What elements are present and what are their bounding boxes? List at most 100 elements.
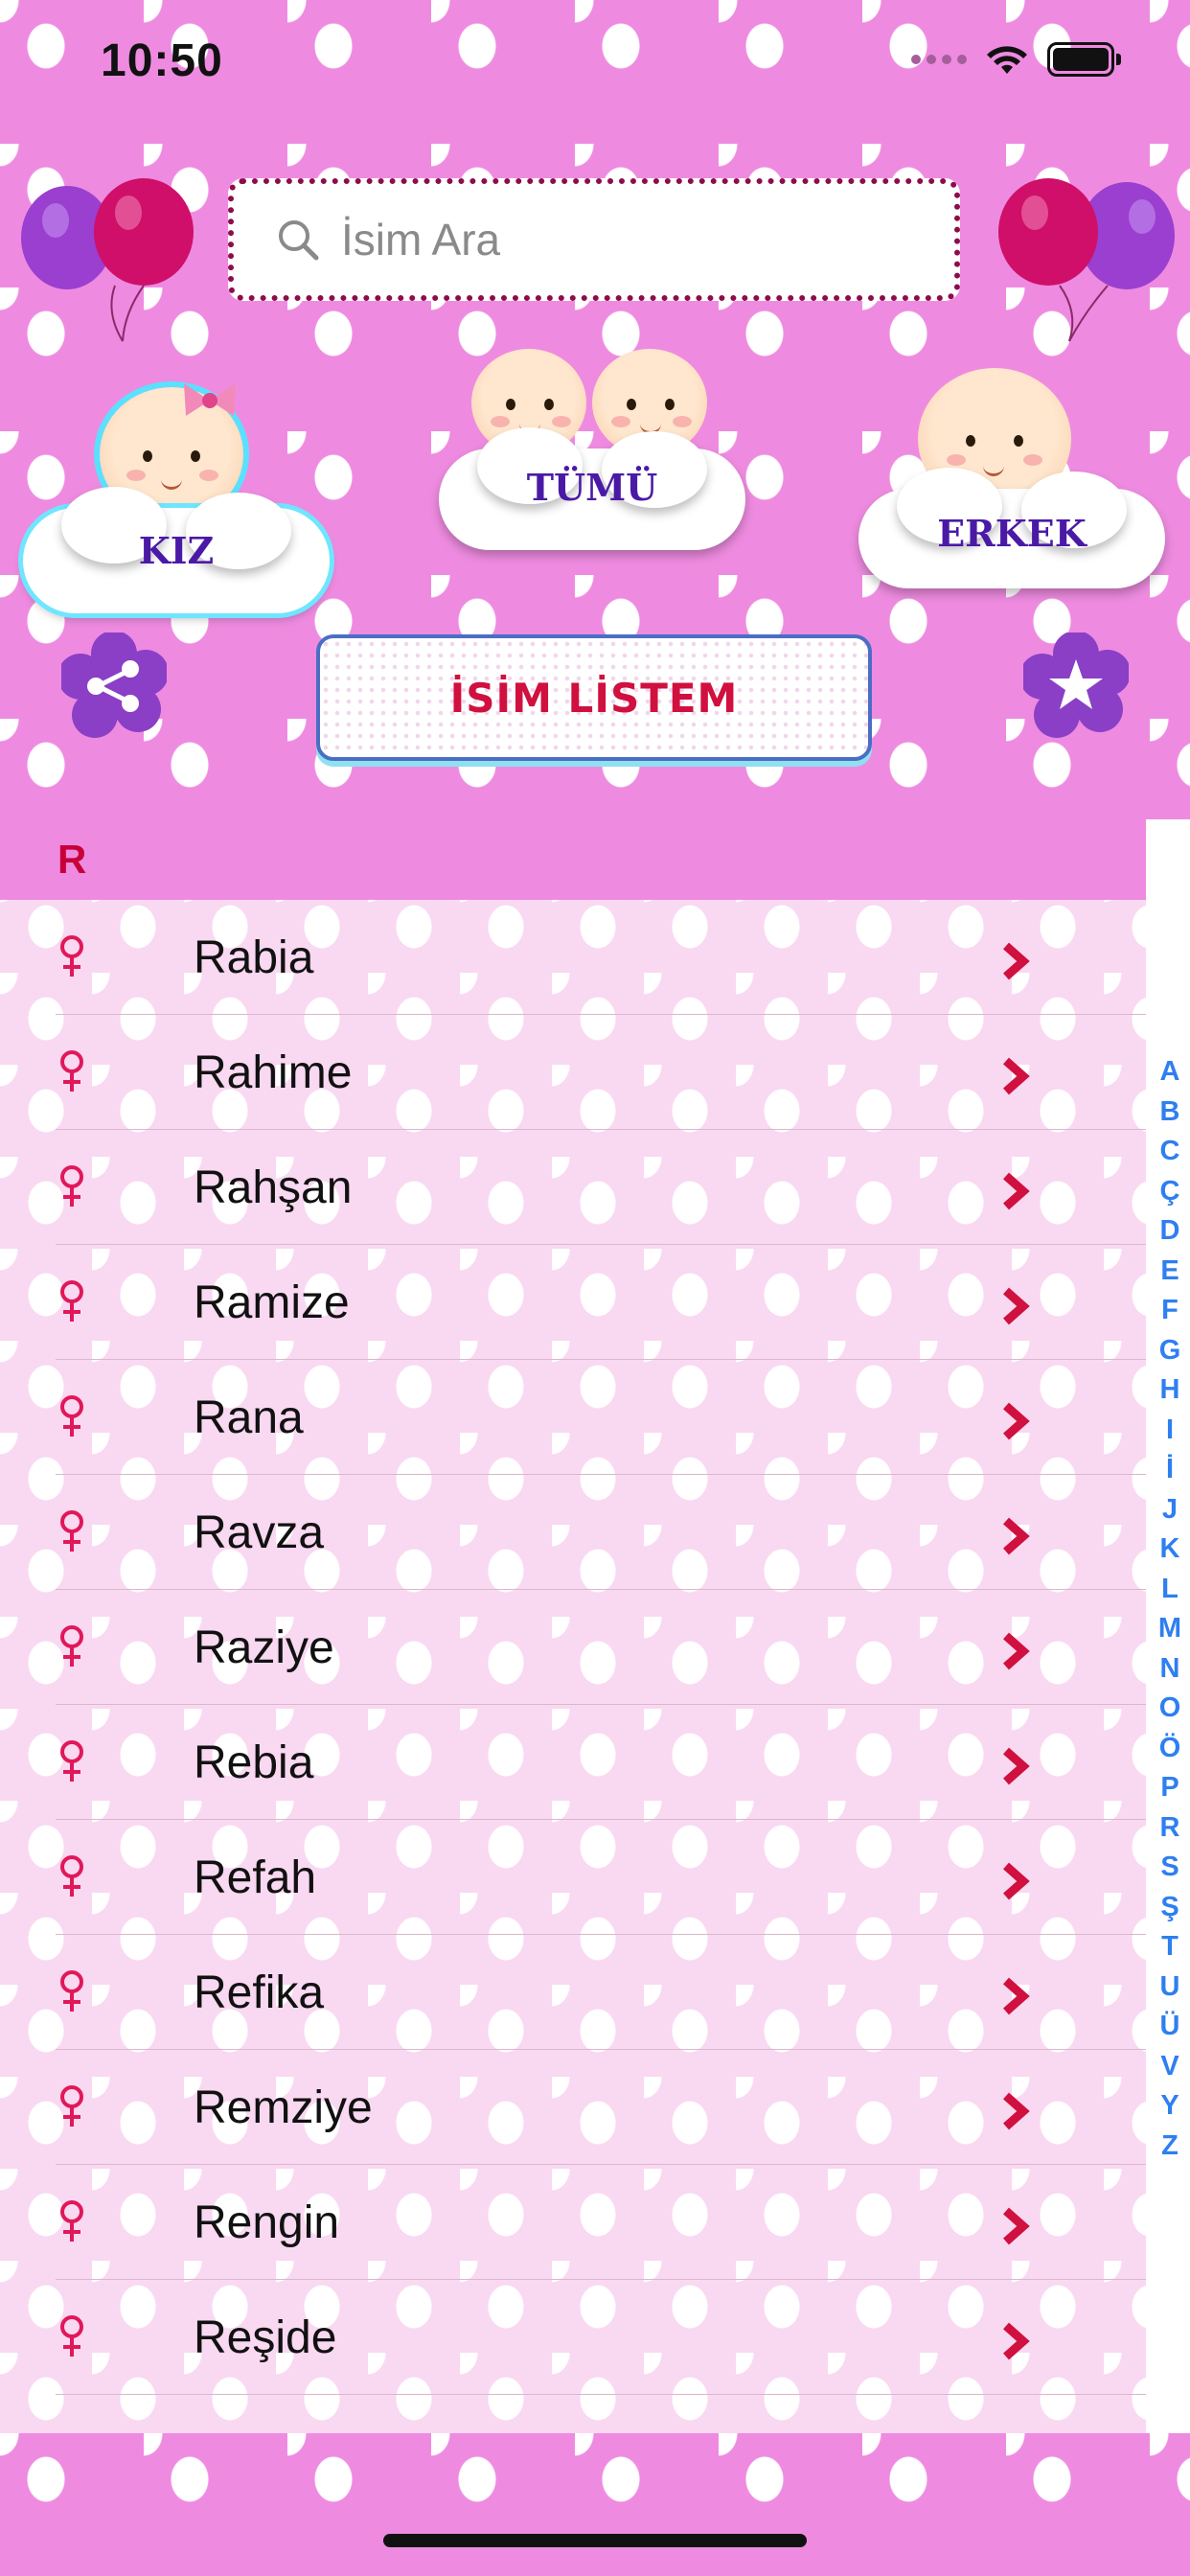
female-icon xyxy=(60,1970,83,2012)
search-input[interactable] xyxy=(339,213,918,266)
index-letter[interactable]: Y xyxy=(1160,2086,1179,2127)
index-letter[interactable]: O xyxy=(1159,1689,1181,1729)
balloons-left-icon xyxy=(21,178,194,342)
list-item[interactable]: Rana xyxy=(0,1360,1146,1475)
list-item-partial xyxy=(0,2395,1146,2433)
index-letter[interactable]: B xyxy=(1160,1092,1180,1133)
list-item-name: Rabia xyxy=(194,932,314,983)
female-icon xyxy=(60,1625,83,1667)
header: 10:50 İsim Ara KIZ TÜMÜ ERKEK İSİM LİSTE… xyxy=(0,0,1190,819)
index-letter[interactable]: I xyxy=(1166,1411,1174,1451)
chevron-right-icon xyxy=(1003,1287,1030,1325)
status-time: 10:50 xyxy=(101,35,223,86)
index-letter[interactable]: M xyxy=(1158,1609,1181,1649)
index-letter[interactable]: J xyxy=(1162,1490,1178,1530)
list-item[interactable]: Raziye xyxy=(0,1590,1146,1705)
female-icon xyxy=(60,2085,83,2127)
index-letter[interactable]: L xyxy=(1161,1570,1179,1610)
wifi-icon xyxy=(987,46,1027,74)
index-letter[interactable]: R xyxy=(1160,1808,1180,1849)
index-letter[interactable]: K xyxy=(1160,1530,1180,1570)
index-letter[interactable]: D xyxy=(1160,1211,1180,1252)
section-header: R xyxy=(0,819,1146,900)
my-names-list-label: İSİM LİSTEM xyxy=(449,674,739,722)
list-item-name: Refika xyxy=(194,1966,325,2018)
index-letter[interactable]: G xyxy=(1159,1331,1181,1371)
list-item-name: Ramize xyxy=(194,1276,350,1328)
list-item[interactable]: Rahşan xyxy=(0,1130,1146,1245)
index-letter[interactable]: Z xyxy=(1161,2127,1179,2167)
girl-category-button[interactable]: KIZ xyxy=(23,364,330,623)
female-icon xyxy=(60,2315,83,2357)
list-item[interactable]: Rebia xyxy=(0,1705,1146,1820)
index-letter[interactable]: S xyxy=(1160,1848,1179,1888)
girl-category-label: KIZ xyxy=(138,529,215,572)
share-icon xyxy=(57,631,169,738)
home-indicator[interactable] xyxy=(383,2534,807,2547)
female-icon xyxy=(60,1280,83,1322)
list-item[interactable]: Remziye xyxy=(0,2050,1146,2165)
all-category-button[interactable]: TÜMÜ xyxy=(439,335,755,565)
index-letter[interactable]: Ü xyxy=(1160,2007,1180,2047)
index-letter[interactable]: İ xyxy=(1166,1450,1174,1490)
all-category-label: TÜMÜ xyxy=(526,466,658,509)
boy-category-button[interactable]: ERKEK xyxy=(858,364,1169,594)
index-letter[interactable]: N xyxy=(1160,1649,1180,1690)
index-letter[interactable]: F xyxy=(1161,1291,1179,1331)
list-item-name: Reşide xyxy=(194,2312,337,2363)
chevron-right-icon xyxy=(1003,2322,1030,2360)
balloons-right-icon xyxy=(998,178,1175,342)
list-item-name: Remziye xyxy=(194,2082,373,2133)
chevron-right-icon xyxy=(1003,1862,1030,1900)
my-names-list-button[interactable]: İSİM LİSTEM xyxy=(316,634,872,761)
index-letter[interactable]: T xyxy=(1161,1927,1179,1967)
female-icon xyxy=(60,935,83,977)
female-icon xyxy=(60,1395,83,1437)
alphabet-index[interactable]: ABCÇDEFGHIİJKLMNOÖPRSŞTUÜVYZ xyxy=(1150,1052,1190,2166)
list-item-name: Rebia xyxy=(194,1736,314,1788)
female-icon xyxy=(60,2200,83,2242)
cellular-signal-icon xyxy=(911,55,967,64)
chevron-right-icon xyxy=(1003,1632,1030,1670)
index-letter[interactable]: E xyxy=(1160,1252,1179,1292)
battery-icon xyxy=(1047,42,1121,77)
search-bar[interactable] xyxy=(228,178,960,301)
chevron-right-icon xyxy=(1003,1977,1030,2015)
list-item-name: Rahime xyxy=(194,1046,353,1098)
list-item-name: Ravza xyxy=(194,1506,325,1558)
chevron-right-icon xyxy=(1003,1057,1030,1095)
search-icon xyxy=(279,220,319,261)
index-letter[interactable]: Ö xyxy=(1159,1729,1181,1769)
list-item[interactable]: Refika xyxy=(0,1935,1146,2050)
list-item[interactable]: Ramize xyxy=(0,1245,1146,1360)
list-item[interactable]: Ravza xyxy=(0,1475,1146,1590)
list-item[interactable]: Rahime xyxy=(0,1015,1146,1130)
names-list[interactable]: Rabia Rahime Rahşan Ramize Rana Ravza Raziye Re… xyxy=(0,900,1146,2433)
index-letter[interactable]: P xyxy=(1160,1768,1179,1808)
chevron-right-icon xyxy=(1003,2207,1030,2245)
index-letter[interactable]: Ş xyxy=(1160,1888,1179,1928)
index-letter[interactable]: Ç xyxy=(1160,1172,1180,1212)
list-item[interactable]: Rengin xyxy=(0,2165,1146,2280)
list-item[interactable]: Rabia xyxy=(0,900,1146,1015)
chevron-right-icon xyxy=(1003,1172,1030,1210)
list-item-name: Rana xyxy=(194,1392,304,1443)
chevron-right-icon xyxy=(1003,2092,1030,2130)
chevron-right-icon xyxy=(1003,1747,1030,1785)
list-item[interactable]: Refah xyxy=(0,1820,1146,1935)
female-icon xyxy=(60,1510,83,1552)
favorites-button[interactable] xyxy=(1019,631,1131,738)
female-icon xyxy=(60,1050,83,1092)
list-item-name: Rahşan xyxy=(194,1162,353,1213)
list-item[interactable]: Reşide xyxy=(0,2280,1146,2395)
index-letter[interactable]: A xyxy=(1160,1052,1180,1092)
female-icon xyxy=(60,1855,83,1897)
index-letter[interactable]: U xyxy=(1160,1967,1180,2008)
list-item-name: Raziye xyxy=(194,1622,334,1673)
index-letter[interactable]: C xyxy=(1160,1132,1180,1172)
chevron-right-icon xyxy=(1003,1517,1030,1555)
index-letter[interactable]: H xyxy=(1160,1370,1180,1411)
share-button[interactable] xyxy=(57,631,169,738)
index-letter[interactable]: V xyxy=(1160,2047,1179,2087)
boy-category-label: ERKEK xyxy=(937,512,1087,555)
